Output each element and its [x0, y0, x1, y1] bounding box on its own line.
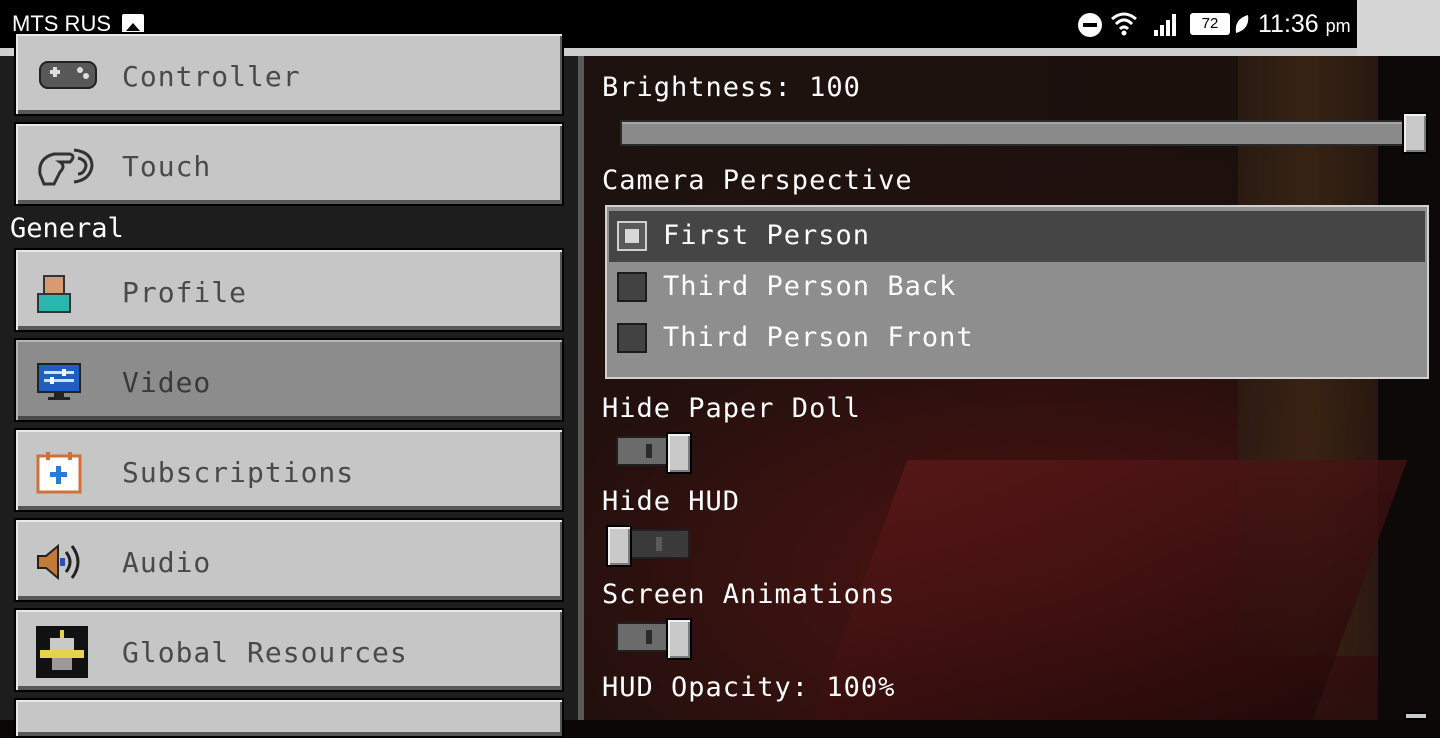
sidebar-item-controller[interactable]: Controller: [14, 32, 564, 116]
subscriptions-icon: [36, 452, 82, 494]
radio-button[interactable]: [617, 221, 647, 251]
screen-animations-label: Screen Animations: [602, 579, 896, 610]
status-bar-edge: [1357, 0, 1440, 56]
hide-hud-toggle[interactable]: [606, 525, 690, 567]
sidebar-divider: [578, 56, 584, 720]
sidebar-item-profile[interactable]: Profile: [14, 248, 564, 332]
brightness-slider[interactable]: [620, 120, 1415, 146]
radio-third-person-front[interactable]: Third Person Front: [609, 313, 1425, 364]
do-not-disturb-icon: [1078, 13, 1102, 37]
section-heading-general: General: [10, 213, 124, 244]
toggle-knob[interactable]: [606, 525, 632, 567]
radio-third-person-back[interactable]: Third Person Back: [609, 262, 1425, 313]
sidebar-item-label: Controller: [122, 60, 301, 93]
sidebar-item-next[interactable]: [14, 698, 564, 738]
sidebar-item-label: Touch: [122, 150, 212, 183]
gamepad-icon: [39, 61, 97, 89]
clock-time: 11:36: [1258, 10, 1319, 38]
clock: 11:36 pm: [1258, 10, 1351, 39]
profile-icon: [37, 275, 71, 313]
clock-suffix: pm: [1325, 16, 1351, 36]
hud-opacity-slider-thumb[interactable]: [1404, 712, 1428, 720]
radio-label: First Person: [663, 220, 871, 251]
sidebar-item-global-resources[interactable]: Global Resources: [14, 608, 564, 692]
brightness-slider-thumb[interactable]: [1402, 112, 1428, 154]
touch-hand-icon: [38, 148, 94, 186]
monitor-icon: [37, 363, 81, 400]
sidebar-item-label: Subscriptions: [122, 456, 355, 489]
background-shadow: [1378, 56, 1440, 720]
sidebar-item-label: Audio: [122, 546, 212, 579]
toggle-knob[interactable]: [666, 432, 692, 474]
radio-label: Third Person Back: [663, 271, 957, 302]
leaf-icon: [1235, 15, 1249, 33]
gallery-icon: [122, 14, 144, 34]
camera-perspective-label: Camera Perspective: [602, 165, 913, 196]
resource-pack-icon: [36, 626, 88, 678]
signal-icon: [1154, 14, 1176, 36]
sidebar-item-audio[interactable]: Audio: [14, 518, 564, 602]
brightness-label: Brightness: 100: [602, 72, 861, 103]
hide-hud-label: Hide HUD: [602, 486, 741, 517]
sidebar-item-touch[interactable]: Touch: [14, 122, 564, 206]
hide-paper-doll-label: Hide Paper Doll: [602, 393, 861, 424]
radio-button[interactable]: [617, 323, 647, 353]
radio-first-person[interactable]: First Person: [609, 211, 1425, 262]
sidebar-item-video[interactable]: Video: [14, 338, 564, 422]
toggle-knob[interactable]: [666, 618, 692, 660]
battery-icon: 72: [1190, 13, 1230, 35]
background-floor: [812, 460, 1408, 720]
hud-opacity-label: HUD Opacity: 100%: [602, 672, 896, 703]
radio-label: Third Person Front: [663, 322, 974, 353]
screen-animations-toggle[interactable]: [616, 618, 692, 660]
sidebar-item-label: Global Resources: [122, 636, 408, 669]
hide-paper-doll-toggle[interactable]: [616, 432, 692, 474]
sidebar-item-subscriptions[interactable]: Subscriptions: [14, 428, 564, 512]
wifi-icon: [1111, 12, 1137, 36]
camera-perspective-radio-group: First Person Third Person Back Third Per…: [605, 205, 1429, 379]
radio-button[interactable]: [617, 272, 647, 302]
sidebar-item-label: Video: [122, 366, 212, 399]
speaker-icon: [37, 543, 80, 581]
sidebar-item-label: Profile: [122, 276, 248, 309]
